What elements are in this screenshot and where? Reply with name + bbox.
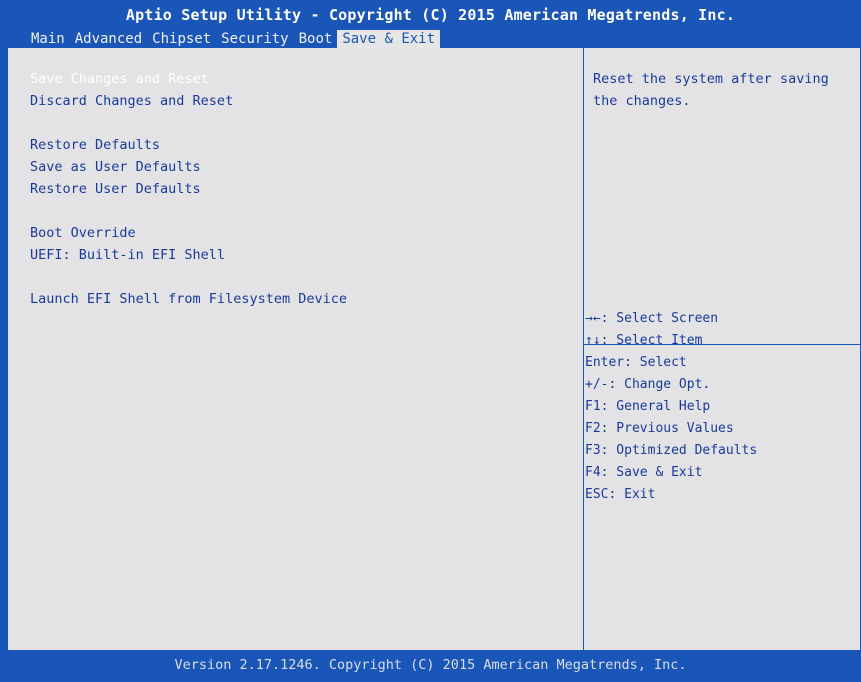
menu-spacer bbox=[30, 266, 570, 288]
menu-item-discard-changes-and-reset[interactable]: Discard Changes and Reset bbox=[30, 90, 570, 112]
menu-item-restore-defaults[interactable]: Restore Defaults bbox=[30, 134, 570, 156]
tab-boot[interactable]: Boot bbox=[294, 30, 338, 48]
menu-item-save-as-user-defaults[interactable]: Save as User Defaults bbox=[30, 156, 570, 178]
section-heading-boot-override: Boot Override bbox=[30, 225, 136, 241]
menu-list: Save Changes and Reset Discard Changes a… bbox=[30, 68, 570, 310]
tab-bar: Main Advanced Chipset Security Boot Save… bbox=[26, 30, 441, 48]
menu-item-save-changes-and-reset[interactable]: Save Changes and Reset bbox=[30, 68, 570, 90]
tab-save-exit[interactable]: Save & Exit bbox=[337, 30, 441, 48]
tab-chipset[interactable]: Chipset bbox=[147, 30, 216, 48]
key-legend: →←: Select Screen ↑↓: Select Item Enter:… bbox=[585, 308, 845, 506]
key-legend-select-item: ↑↓: Select Item bbox=[585, 333, 703, 348]
key-legend-change-opt: +/-: Change Opt. bbox=[585, 377, 711, 392]
tab-main[interactable]: Main bbox=[26, 30, 70, 48]
menu-item-uefi-builtin-efi-shell[interactable]: UEFI: Built-in EFI Shell bbox=[30, 244, 570, 266]
menu-item-restore-user-defaults[interactable]: Restore User Defaults bbox=[30, 178, 570, 200]
menu-item-launch-efi-shell[interactable]: Launch EFI Shell from Filesystem Device bbox=[30, 288, 570, 310]
key-legend-esc: ESC: Exit bbox=[585, 487, 656, 502]
menu-spacer bbox=[30, 200, 570, 222]
bios-footer: Version 2.17.1246. Copyright (C) 2015 Am… bbox=[0, 650, 861, 682]
version-text: Version 2.17.1246. Copyright (C) 2015 Am… bbox=[174, 657, 687, 673]
key-legend-f3: F3: Optimized Defaults bbox=[585, 443, 758, 458]
key-legend-f2: F2: Previous Values bbox=[585, 421, 734, 436]
bios-header: Aptio Setup Utility - Copyright (C) 2015… bbox=[0, 0, 861, 48]
key-legend-f1: F1: General Help bbox=[585, 399, 711, 414]
key-legend-select-screen: →←: Select Screen bbox=[585, 311, 719, 326]
tab-advanced[interactable]: Advanced bbox=[70, 30, 147, 48]
tab-security[interactable]: Security bbox=[216, 30, 293, 48]
menu-panel: Save Changes and Reset Discard Changes a… bbox=[8, 48, 584, 650]
key-legend-f4: F4: Save & Exit bbox=[585, 465, 703, 480]
key-legend-enter: Enter: Select bbox=[585, 355, 687, 370]
help-text: Reset the system after saving the change… bbox=[593, 71, 829, 109]
help-panel: Reset the system after saving the change… bbox=[584, 48, 860, 345]
bios-title: Aptio Setup Utility - Copyright (C) 2015… bbox=[125, 6, 736, 24]
menu-spacer bbox=[30, 112, 570, 134]
